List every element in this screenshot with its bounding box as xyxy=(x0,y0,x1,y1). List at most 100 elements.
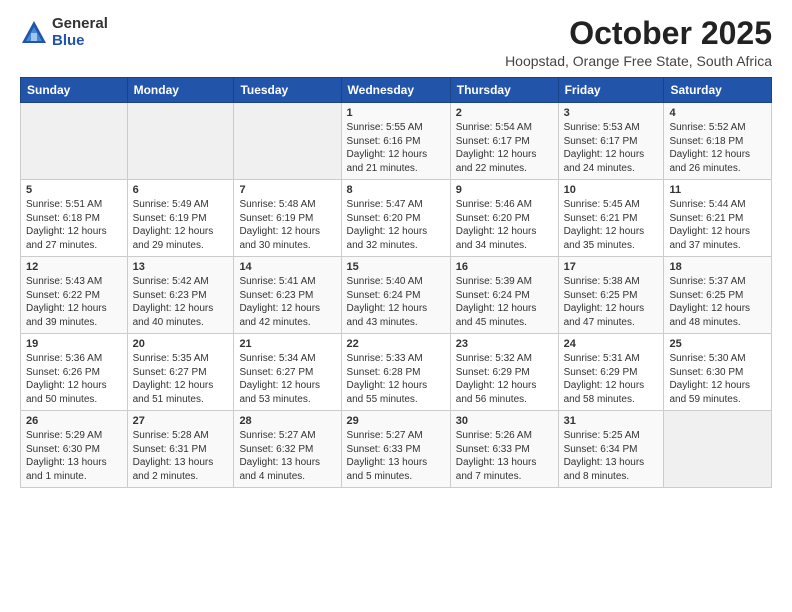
column-header-monday: Monday xyxy=(127,78,234,103)
day-cell xyxy=(234,103,341,180)
day-cell: 25 Sunrise: 5:30 AM Sunset: 6:30 PM Dayli… xyxy=(664,334,772,411)
day-number: 7 xyxy=(239,184,335,196)
day-info: Sunrise: 5:30 AM Sunset: 6:30 PM Dayligh… xyxy=(669,352,766,406)
day-cell: 14 Sunrise: 5:41 AM Sunset: 6:23 PM Dayli… xyxy=(234,257,341,334)
day-number: 1 xyxy=(347,107,445,119)
day-info: Sunrise: 5:49 AM Sunset: 6:19 PM Dayligh… xyxy=(133,198,229,252)
day-info: Sunrise: 5:31 AM Sunset: 6:29 PM Dayligh… xyxy=(564,352,659,406)
day-info: Sunrise: 5:43 AM Sunset: 6:22 PM Dayligh… xyxy=(26,275,122,329)
column-header-wednesday: Wednesday xyxy=(341,78,450,103)
day-cell: 4Sunrise: 5:52 AM Sunset: 6:18 PM Daylig… xyxy=(664,103,772,180)
day-number: 17 xyxy=(564,261,659,273)
day-cell: 17Sunrise: 5:38 AM Sunset: 6:25 PM Dayli… xyxy=(558,257,664,334)
day-number: 20 xyxy=(133,338,229,350)
day-cell: 21Sunrise: 5:34 AM Sunset: 6:27 PM Dayli… xyxy=(234,334,341,411)
calendar: SundayMondayTuesdayWednesdayThursdayFrid… xyxy=(20,77,772,488)
day-number: 22 xyxy=(347,338,445,350)
day-cell: 1 Sunrise: 5:55 AM Sunset: 6:16 PM Daylig… xyxy=(341,103,450,180)
day-cell: 31Sunrise: 5:25 AM Sunset: 6:34 PM Dayli… xyxy=(558,411,664,488)
day-number: 21 xyxy=(239,338,335,350)
day-info: Sunrise: 5:51 AM Sunset: 6:18 PM Dayligh… xyxy=(26,198,122,252)
day-number: 12 xyxy=(26,261,122,273)
day-info: Sunrise: 5:37 AM Sunset: 6:25 PM Dayligh… xyxy=(669,275,766,329)
day-info: Sunrise: 5:44 AM Sunset: 6:21 PM Dayligh… xyxy=(669,198,766,252)
day-cell: 18 Sunrise: 5:37 AM Sunset: 6:25 PM Dayli… xyxy=(664,257,772,334)
day-info: Sunrise: 5:45 AM Sunset: 6:21 PM Dayligh… xyxy=(564,198,659,252)
day-cell xyxy=(127,103,234,180)
week-row-3: 12 Sunrise: 5:43 AM Sunset: 6:22 PM Dayli… xyxy=(21,257,772,334)
column-header-thursday: Thursday xyxy=(450,78,558,103)
day-info: Sunrise: 5:46 AM Sunset: 6:20 PM Dayligh… xyxy=(456,198,553,252)
day-number: 19 xyxy=(26,338,122,350)
day-number: 24 xyxy=(564,338,659,350)
day-number: 25 xyxy=(669,338,766,350)
day-cell: 29Sunrise: 5:27 AM Sunset: 6:33 PM Dayli… xyxy=(341,411,450,488)
day-info: Sunrise: 5:47 AM Sunset: 6:20 PM Dayligh… xyxy=(347,198,445,252)
logo-icon xyxy=(20,19,48,47)
day-number: 31 xyxy=(564,415,659,427)
day-cell: 3Sunrise: 5:53 AM Sunset: 6:17 PM Daylig… xyxy=(558,103,664,180)
logo: General Blue xyxy=(20,16,108,49)
column-header-tuesday: Tuesday xyxy=(234,78,341,103)
day-info: Sunrise: 5:42 AM Sunset: 6:23 PM Dayligh… xyxy=(133,275,229,329)
column-header-saturday: Saturday xyxy=(664,78,772,103)
day-info: Sunrise: 5:39 AM Sunset: 6:24 PM Dayligh… xyxy=(456,275,553,329)
week-row-2: 5 Sunrise: 5:51 AM Sunset: 6:18 PM Daylig… xyxy=(21,180,772,257)
day-cell: 22 Sunrise: 5:33 AM Sunset: 6:28 PM Dayli… xyxy=(341,334,450,411)
day-cell: 7 Sunrise: 5:48 AM Sunset: 6:19 PM Daylig… xyxy=(234,180,341,257)
day-cell: 15Sunrise: 5:40 AM Sunset: 6:24 PM Dayli… xyxy=(341,257,450,334)
day-number: 27 xyxy=(133,415,229,427)
logo-text: General Blue xyxy=(52,16,108,49)
day-number: 13 xyxy=(133,261,229,273)
day-info: Sunrise: 5:36 AM Sunset: 6:26 PM Dayligh… xyxy=(26,352,122,406)
day-number: 28 xyxy=(239,415,335,427)
week-row-1: 1 Sunrise: 5:55 AM Sunset: 6:16 PM Daylig… xyxy=(21,103,772,180)
page: General Blue October 2025 Hoopstad, Oran… xyxy=(0,0,792,612)
day-cell: 30Sunrise: 5:26 AM Sunset: 6:33 PM Dayli… xyxy=(450,411,558,488)
day-info: Sunrise: 5:52 AM Sunset: 6:18 PM Dayligh… xyxy=(669,121,766,175)
day-info: Sunrise: 5:53 AM Sunset: 6:17 PM Dayligh… xyxy=(564,121,659,175)
day-number: 8 xyxy=(347,184,445,196)
week-row-5: 26Sunrise: 5:29 AM Sunset: 6:30 PM Dayli… xyxy=(21,411,772,488)
day-info: Sunrise: 5:54 AM Sunset: 6:17 PM Dayligh… xyxy=(456,121,553,175)
day-info: Sunrise: 5:41 AM Sunset: 6:23 PM Dayligh… xyxy=(239,275,335,329)
day-info: Sunrise: 5:26 AM Sunset: 6:33 PM Dayligh… xyxy=(456,429,553,483)
day-cell: 23 Sunrise: 5:32 AM Sunset: 6:29 PM Dayli… xyxy=(450,334,558,411)
column-header-friday: Friday xyxy=(558,78,664,103)
day-number: 2 xyxy=(456,107,553,119)
subtitle: Hoopstad, Orange Free State, South Afric… xyxy=(505,53,772,69)
week-row-4: 19 Sunrise: 5:36 AM Sunset: 6:26 PM Dayli… xyxy=(21,334,772,411)
logo-general: General xyxy=(52,16,108,33)
header: General Blue October 2025 Hoopstad, Oran… xyxy=(20,16,772,69)
day-number: 14 xyxy=(239,261,335,273)
day-number: 5 xyxy=(26,184,122,196)
day-info: Sunrise: 5:55 AM Sunset: 6:16 PM Dayligh… xyxy=(347,121,445,175)
day-cell: 24 Sunrise: 5:31 AM Sunset: 6:29 PM Dayli… xyxy=(558,334,664,411)
day-info: Sunrise: 5:32 AM Sunset: 6:29 PM Dayligh… xyxy=(456,352,553,406)
day-info: Sunrise: 5:27 AM Sunset: 6:32 PM Dayligh… xyxy=(239,429,335,483)
day-cell: 26Sunrise: 5:29 AM Sunset: 6:30 PM Dayli… xyxy=(21,411,128,488)
day-info: Sunrise: 5:33 AM Sunset: 6:28 PM Dayligh… xyxy=(347,352,445,406)
month-title: October 2025 xyxy=(505,16,772,51)
day-info: Sunrise: 5:28 AM Sunset: 6:31 PM Dayligh… xyxy=(133,429,229,483)
day-number: 18 xyxy=(669,261,766,273)
day-number: 11 xyxy=(669,184,766,196)
day-number: 26 xyxy=(26,415,122,427)
day-cell: 20Sunrise: 5:35 AM Sunset: 6:27 PM Dayli… xyxy=(127,334,234,411)
column-header-sunday: Sunday xyxy=(21,78,128,103)
day-number: 9 xyxy=(456,184,553,196)
day-number: 10 xyxy=(564,184,659,196)
day-info: Sunrise: 5:48 AM Sunset: 6:19 PM Dayligh… xyxy=(239,198,335,252)
day-cell: 5 Sunrise: 5:51 AM Sunset: 6:18 PM Daylig… xyxy=(21,180,128,257)
day-cell: 2 Sunrise: 5:54 AM Sunset: 6:17 PM Daylig… xyxy=(450,103,558,180)
day-number: 6 xyxy=(133,184,229,196)
day-cell: 6 Sunrise: 5:49 AM Sunset: 6:19 PM Daylig… xyxy=(127,180,234,257)
header-row: SundayMondayTuesdayWednesdayThursdayFrid… xyxy=(21,78,772,103)
day-number: 23 xyxy=(456,338,553,350)
day-cell: 27 Sunrise: 5:28 AM Sunset: 6:31 PM Dayli… xyxy=(127,411,234,488)
logo-blue: Blue xyxy=(52,33,108,50)
day-cell: 28 Sunrise: 5:27 AM Sunset: 6:32 PM Dayli… xyxy=(234,411,341,488)
day-cell: 19 Sunrise: 5:36 AM Sunset: 6:26 PM Dayli… xyxy=(21,334,128,411)
day-cell: 12 Sunrise: 5:43 AM Sunset: 6:22 PM Dayli… xyxy=(21,257,128,334)
day-cell: 9 Sunrise: 5:46 AM Sunset: 6:20 PM Daylig… xyxy=(450,180,558,257)
